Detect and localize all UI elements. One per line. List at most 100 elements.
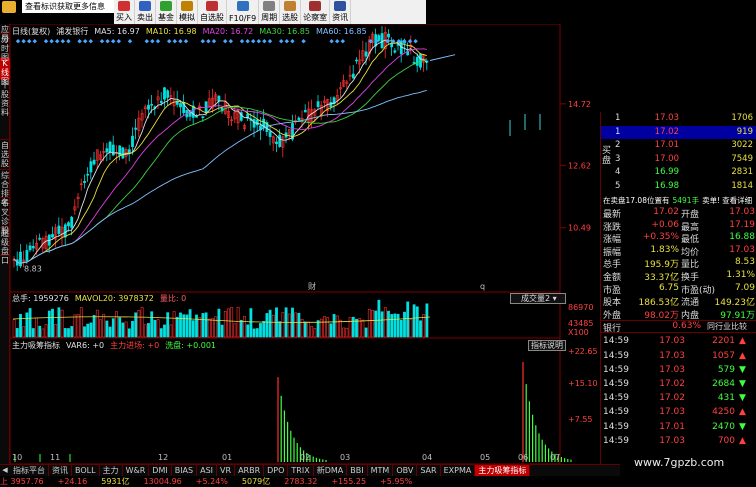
left-tab-7[interactable]: 超级盘口 [0, 228, 10, 265]
tick-price: 17.03 [659, 336, 685, 347]
stat-value: +0.06 [651, 219, 679, 230]
toolbar-button-7[interactable]: 选股 [280, 0, 302, 24]
volume-bar [99, 319, 102, 338]
volume-mode-button[interactable]: 成交量2 ▾ [510, 293, 566, 304]
indicator-tab-7[interactable]: ASI [197, 465, 218, 476]
indicator-tab-5[interactable]: DMI [149, 465, 172, 476]
indicator-tab-9[interactable]: ARBR [235, 465, 265, 476]
order-book-row[interactable]: 1 17.02 919 [601, 125, 756, 139]
volume-bar [310, 326, 314, 338]
indicator-header-item: 主力吸筹指标 [12, 341, 60, 350]
order-book-row[interactable]: 2 17.01 3022 [601, 139, 756, 152]
order-level: 5 [615, 180, 621, 191]
price-panel-frame [9, 23, 561, 293]
stat-value: +0.35% [642, 232, 679, 243]
indicator-tab-8[interactable]: VR [217, 465, 236, 476]
ticker-item: 5079亿 [241, 477, 271, 486]
notice-icon[interactable] [2, 1, 16, 13]
compare-industry-button[interactable]: 同行业比较 [707, 321, 747, 332]
toolbar-button-5[interactable]: F10/F9 [227, 0, 260, 24]
indicator-tab-11[interactable]: TRIX [288, 465, 314, 476]
order-book-row[interactable]: 5 16.98 1814 [601, 180, 756, 193]
volume-bar [172, 311, 176, 338]
candle-body [150, 103, 154, 106]
indicator-tab-2[interactable]: BOLL [72, 465, 100, 476]
volume-bar [364, 327, 368, 338]
toolbar-button-6[interactable]: 周期 [259, 0, 281, 24]
volume-bar [38, 325, 42, 338]
ma60-line [13, 89, 427, 264]
left-tab-6[interactable]: 牛叉诊股 [0, 198, 10, 235]
sector-row[interactable]: 银行 0.63% 同行业比较 [601, 320, 756, 334]
volume-bar [335, 315, 339, 338]
toolbar-label: 资讯 [332, 13, 349, 22]
tick-row: 14:59 17.03 579 ▼ [601, 364, 756, 377]
index-ticker-bar: 上 3957.76 +24.16 5931亿 13004.96 +5.24% 5079亿 2… [0, 476, 756, 487]
order-volume: 919 [736, 126, 753, 137]
left-tab-4[interactable]: 自选股 [0, 140, 10, 170]
tick-row: 14:59 17.03 1057 ▲ [601, 350, 756, 363]
indicator-tab-13[interactable]: BBI [347, 465, 368, 476]
indicator-tab-12[interactable]: 新DMA [314, 465, 348, 476]
order-book-row[interactable]: 1 17.03 1706 [601, 112, 756, 125]
toolbar-button-3[interactable]: 模拟 [177, 0, 198, 24]
candle-body [131, 135, 134, 147]
order-alert[interactable]: 在卖盘17.08位置有 5491手 卖单! 查看详细 [603, 195, 752, 206]
toolbar-button-8[interactable]: 论察室 [301, 0, 331, 24]
tick-arrow-icon: ▼ [739, 364, 746, 375]
indicator-tab-18[interactable]: 主力吸筹指标 [475, 465, 531, 476]
indicator-tab-15[interactable]: OBV [393, 465, 418, 476]
volume-bar [89, 322, 93, 338]
quote-stat-row: 市盈 6.75 市盈(动) 7.09 [601, 282, 756, 296]
left-tab-1[interactable]: 分时图 [0, 34, 10, 62]
tick-volume: 2470 [712, 421, 735, 432]
volume-bar [28, 308, 32, 338]
kline-chart-svg[interactable]: 14.72 12.62 10.49 8.83 财 q 86970 43485X100 +22.6… [9, 23, 600, 465]
volume-bar [131, 320, 134, 338]
tick-row: 14:59 17.02 431 ▼ [601, 392, 756, 405]
signal-diamond [55, 39, 60, 44]
indicator-tab-17[interactable]: EXPMA [441, 465, 476, 476]
candle-body [134, 127, 138, 130]
indicator-tab-10[interactable]: DPO [264, 465, 289, 476]
candle-body [121, 147, 125, 159]
candle-body [86, 173, 90, 176]
x-axis-label: 07 [550, 453, 560, 462]
order-book-row[interactable]: 3 17.00 7549 [601, 153, 756, 166]
tabs-scroll-left-icon[interactable]: ◀ [0, 465, 10, 476]
signal-diamond [279, 39, 284, 44]
candle-body [316, 101, 320, 108]
indicator-tab-0[interactable]: 指标平台 [10, 465, 49, 476]
volume-bar [252, 328, 256, 338]
volume-bar [294, 312, 298, 338]
notice-banner[interactable]: 查看标识获取更多信息 [22, 0, 114, 13]
indicator-tab-4[interactable]: W&R [123, 465, 150, 476]
indicator-tab-6[interactable]: BIAS [172, 465, 198, 476]
order-book-row[interactable]: 4 16.99 2831 [601, 166, 756, 179]
event-marker: 财 [308, 281, 316, 291]
toolbar-label: 买入 [116, 13, 132, 22]
indicator-tab-16[interactable]: SAR [417, 465, 441, 476]
stat-value: 17.03 [729, 207, 755, 217]
left-tab-0[interactable]: 应用 [0, 24, 10, 43]
left-tab-5[interactable]: 综合排名 [0, 170, 10, 207]
volume-bar [54, 324, 58, 338]
signal-diamond [251, 39, 256, 44]
toolbar-button-9[interactable]: 资讯 [330, 0, 352, 24]
kline-chart-area[interactable]: 14.72 12.62 10.49 8.83 财 q 86970 43485 X100 +22.6… [9, 23, 600, 465]
candle-body [255, 119, 259, 126]
indicator-tab-3[interactable]: 主力 [100, 465, 123, 476]
alert-detail-link[interactable]: 查看详细 [722, 196, 752, 205]
left-tab-3[interactable]: 个股资料 [0, 80, 10, 140]
signal-diamond [178, 39, 183, 44]
toolbar-button-1[interactable]: 卖出 [135, 0, 156, 24]
volume-bar [207, 318, 211, 338]
toolbar-button-2[interactable]: 基金 [156, 0, 177, 24]
volume-bar [329, 323, 333, 338]
toolbar-button-0[interactable]: 买入 [114, 0, 135, 24]
indicator-tab-14[interactable]: MTM [368, 465, 394, 476]
candle-body [179, 103, 182, 108]
indicator-help-button[interactable]: 指标说明 [528, 340, 566, 351]
indicator-tab-1[interactable]: 资讯 [49, 465, 72, 476]
toolbar-button-4[interactable]: 自选股 [198, 0, 227, 24]
